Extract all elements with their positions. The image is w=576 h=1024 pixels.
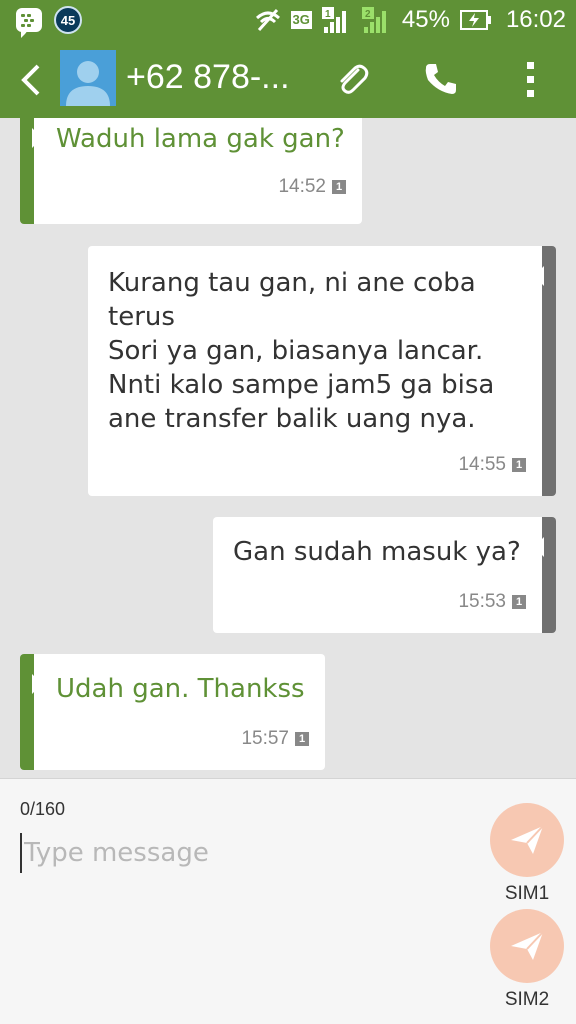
back-button[interactable] [14,60,50,100]
back-arrow-icon [21,64,40,96]
message-time: 15:57 [241,728,289,749]
person-silhouette-icon [66,61,110,106]
message-timestamp: 15:53 1 [458,591,526,613]
bubble-notch [32,128,42,148]
svg-text:1: 1 [325,9,331,20]
conversation-header: +62 878-... [0,40,576,118]
message-line: Nnti kalo sampe jam5 ga bisa [108,370,495,400]
notification-count-badge: 45 [54,6,82,34]
message-line: terus [108,302,175,332]
bubble-notch [534,537,544,557]
attach-button[interactable] [334,60,372,98]
bubble-notch [32,674,42,694]
overflow-menu-icon [527,62,534,97]
paperclip-icon [340,64,369,94]
message-line: ane transfer balik uang nya. [108,404,476,434]
contact-avatar[interactable] [60,50,116,106]
bubble-notch [534,266,544,286]
send-sim2-button[interactable] [490,909,564,983]
message-line: Udah gan. Thankss [56,674,305,704]
message-timestamp: 14:52 1 [278,176,346,198]
message-text: Udah gan. Thankss [56,672,305,706]
character-counter: 0/160 [20,799,66,819]
send-sim1-label: SIM1 [504,883,550,904]
message-line: Kurang tau gan, ni ane coba [108,268,476,298]
phone-icon [425,64,456,94]
message-line: Waduh lama gak gan? [56,124,345,154]
sim-badge-icon: 1 [295,732,309,746]
send-icon [511,931,544,960]
send-sim2-label: SIM2 [504,989,550,1010]
incoming-message[interactable]: Udah gan. Thankss 15:57 1 [20,654,325,770]
message-timestamp: 14:55 1 [458,454,526,476]
message-line: Sori ya gan, biasanya lancar. [108,336,484,366]
sim-badge-icon: 1 [512,595,526,609]
signal-sim2-icon: 2 [361,7,386,33]
signal-sim1-icon: 1 [321,7,346,33]
send-sim1-button[interactable] [490,803,564,877]
compose-area: 0/160 SIM1 SIM2 [0,778,576,1024]
incoming-message[interactable]: Waduh lama gak gan? 14:52 1 [20,118,362,224]
message-text: Gan sudah masuk ya? [233,535,521,569]
send-icon [511,825,544,854]
wifi-off-icon [255,8,280,32]
sim-badge-icon: 1 [512,458,526,472]
overflow-menu-button[interactable] [518,60,544,100]
message-time: 14:55 [458,454,506,475]
status-bar: 45 3G 1 2 45% 16:02 [0,0,576,40]
message-time: 15:53 [458,591,506,612]
battery-charging-icon [459,10,491,30]
message-timestamp: 15:57 1 [241,728,309,750]
message-line: Gan sudah masuk ya? [233,537,521,567]
contact-name[interactable]: +62 878-... [126,58,290,97]
sim-badge-icon: 1 [332,180,346,194]
network-type-label: 3G [290,11,312,29]
call-button[interactable] [422,60,460,98]
outgoing-message[interactable]: Gan sudah masuk ya? 15:53 1 [213,517,556,633]
message-input[interactable] [20,833,470,873]
battery-percent: 45% [401,6,450,33]
outgoing-message[interactable]: Kurang tau gan, ni ane coba terus Sori y… [88,246,556,496]
bbm-notification-icon [16,8,42,38]
message-time: 14:52 [278,176,326,197]
message-text: Waduh lama gak gan? [56,122,345,156]
message-list[interactable]: Waduh lama gak gan? 14:52 1 Kurang tau g… [0,118,576,778]
message-text: Kurang tau gan, ni ane coba terus Sori y… [108,266,494,436]
clock: 16:02 [505,6,566,33]
svg-text:2: 2 [365,9,371,20]
